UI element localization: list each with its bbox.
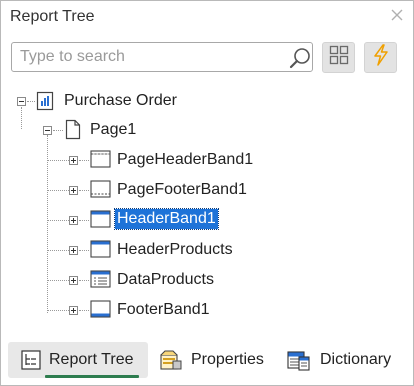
expand-toggle[interactable] <box>69 306 78 315</box>
tree-node-band[interactable]: HeaderProducts <box>1 238 413 262</box>
tab-label: Properties <box>191 351 264 368</box>
search-icon[interactable] <box>288 46 312 70</box>
collapse-toggle[interactable] <box>43 126 52 135</box>
search-input[interactable] <box>20 44 270 70</box>
page-footer-band-icon <box>90 180 111 203</box>
tree-node-label: HeaderBand1 <box>114 208 219 230</box>
tree-node-label: PageFooterBand1 <box>117 181 247 198</box>
panel-tabs: Report Tree Properties Dictionary <box>1 339 413 385</box>
report-icon <box>36 91 54 116</box>
tree-node-band[interactable]: DataProducts <box>1 268 413 292</box>
search-box <box>11 42 313 72</box>
expand-toggle[interactable] <box>69 276 78 285</box>
tree-node-band-selected[interactable]: HeaderBand1 <box>1 208 413 232</box>
expand-toggle[interactable] <box>69 216 78 225</box>
expand-toggle[interactable] <box>69 156 78 165</box>
close-icon[interactable] <box>389 7 405 23</box>
properties-icon <box>159 349 183 376</box>
report-tree-icon <box>21 350 41 375</box>
tab-dictionary[interactable]: Dictionary <box>281 342 407 378</box>
tab-report-tree[interactable]: Report Tree <box>8 342 148 378</box>
active-tab-indicator <box>45 375 139 378</box>
tree-node-band[interactable]: PageFooterBand1 <box>1 178 413 202</box>
data-band-icon <box>90 270 111 293</box>
tree-node-label: PageHeaderBand1 <box>117 151 254 168</box>
page-header-band-icon <box>90 150 111 173</box>
expand-toggle[interactable] <box>69 246 78 255</box>
expand-toggle[interactable] <box>69 186 78 195</box>
quick-actions-button[interactable] <box>364 42 397 73</box>
tree-node-band[interactable]: FooterBand1 <box>1 298 413 322</box>
tree-node-report[interactable]: Purchase Order <box>1 89 413 113</box>
tree-node-label: FooterBand1 <box>117 301 210 318</box>
collapse-toggle[interactable] <box>17 97 26 106</box>
tab-label: Dictionary <box>320 351 392 368</box>
header-band-icon <box>90 210 111 233</box>
lightning-icon <box>371 44 391 71</box>
tab-properties[interactable]: Properties <box>153 342 273 378</box>
tree-node-label: Page1 <box>90 121 137 138</box>
tree-node-label: DataProducts <box>117 271 214 288</box>
tree-node-band[interactable]: PageHeaderBand1 <box>1 148 413 172</box>
report-tree-panel: Report Tree Type to search Purchase Orde… <box>0 0 414 386</box>
tree-node-page[interactable]: Page1 <box>1 118 413 142</box>
dictionary-icon <box>287 349 311 376</box>
tree-node-label: Purchase Order <box>64 92 177 109</box>
footer-band-icon <box>90 300 111 323</box>
panel-title: Report Tree <box>10 8 95 25</box>
tab-label: Report Tree <box>49 351 134 368</box>
grid-icon <box>329 45 349 70</box>
header-band-icon <box>90 240 111 263</box>
tree-node-label: HeaderProducts <box>117 241 233 258</box>
expand-all-button[interactable] <box>322 42 355 73</box>
page-icon <box>65 119 81 145</box>
